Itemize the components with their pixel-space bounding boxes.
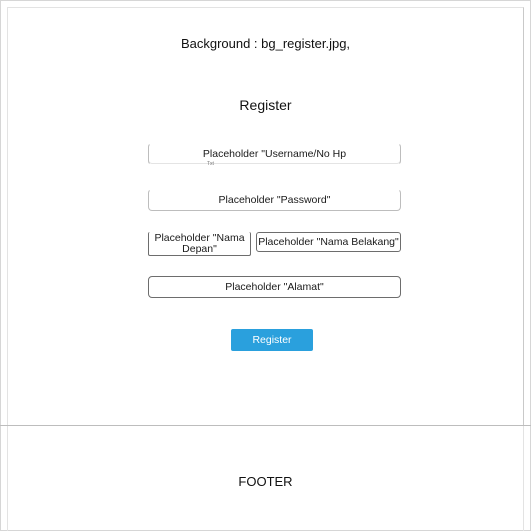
username-field[interactable]: Placeholder "Username/No Hp Txt bbox=[148, 143, 401, 167]
footer-text: FOOTER bbox=[238, 474, 293, 489]
address-field[interactable]: Placeholder "Alamat" bbox=[148, 276, 401, 298]
register-title: Register bbox=[239, 97, 292, 113]
password-field[interactable]: Placeholder "Password" bbox=[148, 189, 401, 211]
background-note: Background : bg_register.jpg, bbox=[180, 36, 351, 51]
first-name-field[interactable]: Placeholder "Nama Depan" bbox=[148, 232, 251, 256]
first-name-placeholder: Placeholder "Nama Depan" bbox=[154, 231, 245, 255]
address-placeholder: Placeholder "Alamat" bbox=[225, 281, 324, 293]
username-placeholder: Placeholder "Username/No Hp bbox=[202, 148, 347, 160]
username-tiny-text: Txt bbox=[207, 161, 214, 167]
last-name-placeholder: Placeholder "Nama Belakang" bbox=[258, 236, 399, 248]
register-button[interactable]: Register bbox=[231, 329, 313, 351]
main-content-area bbox=[7, 7, 524, 426]
last-name-field[interactable]: Placeholder "Nama Belakang" bbox=[256, 232, 401, 252]
password-placeholder: Placeholder "Password" bbox=[218, 194, 331, 206]
